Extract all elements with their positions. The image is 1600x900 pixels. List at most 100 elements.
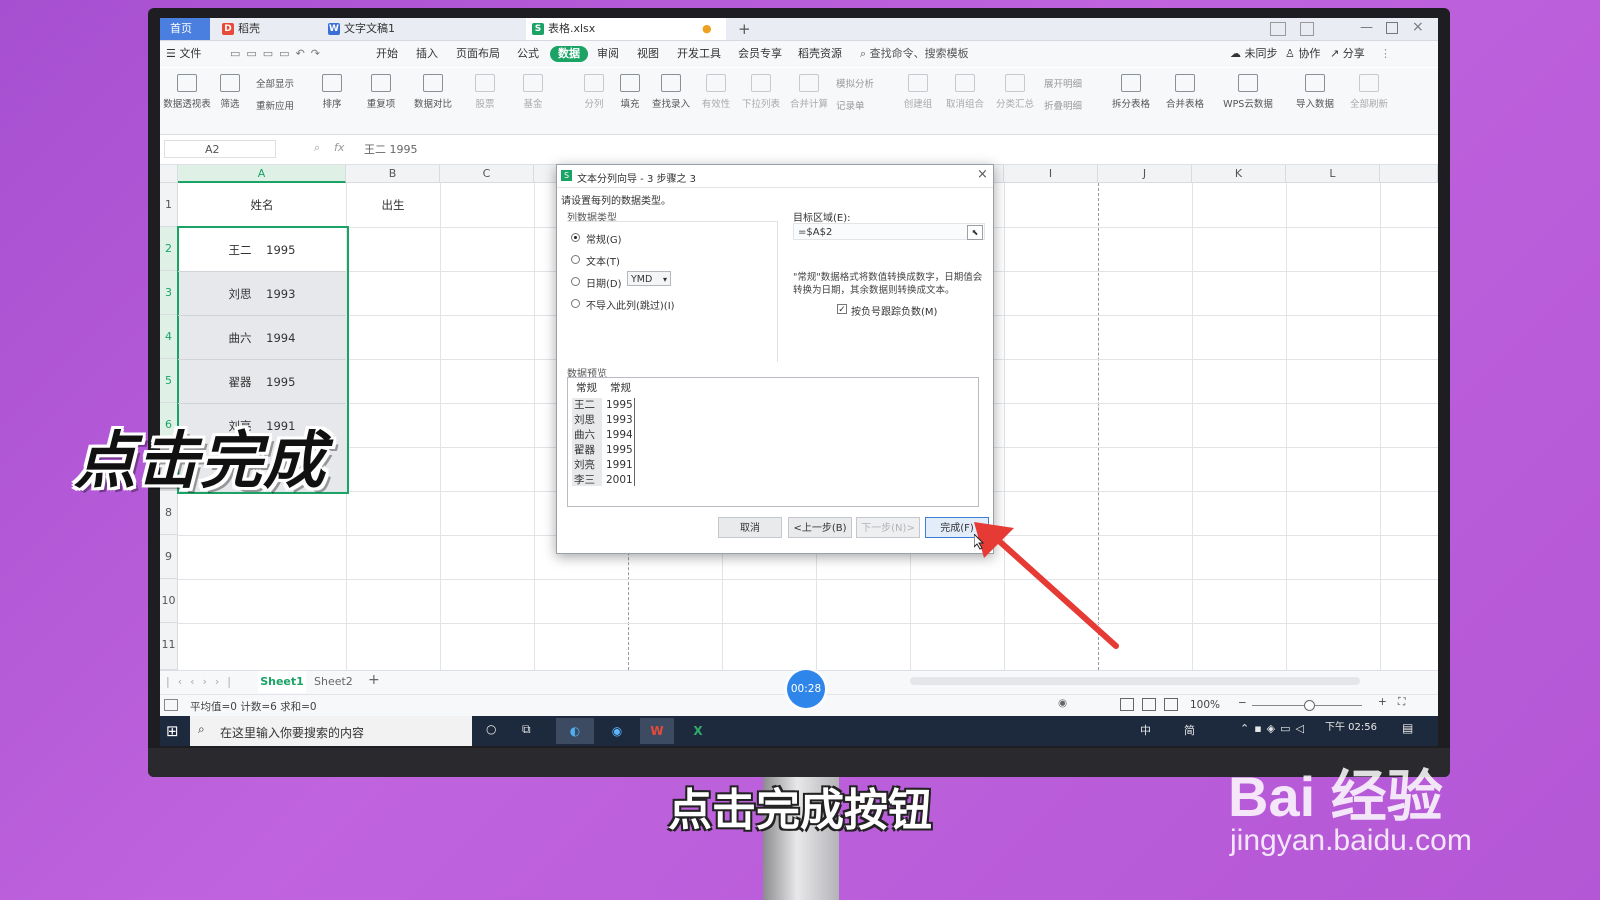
cell-a2[interactable]: 王二 1995 bbox=[178, 242, 346, 258]
horizontal-scrollbar[interactable] bbox=[910, 677, 1360, 685]
cell-a3[interactable]: 刘思 1993 bbox=[178, 286, 346, 302]
excel-app-icon[interactable]: X bbox=[682, 718, 714, 744]
menu-start[interactable]: 开始 bbox=[376, 46, 398, 62]
cell-b1[interactable]: 出生 bbox=[346, 197, 440, 213]
expand-detail-button[interactable]: 展开明细 bbox=[1044, 76, 1082, 90]
browser-app-icon[interactable]: ◐ bbox=[556, 718, 594, 744]
show-all-button[interactable]: 全部显示 bbox=[256, 76, 294, 90]
stock-button[interactable]: 股票 bbox=[462, 72, 508, 130]
menu-member[interactable]: 会员专享 bbox=[738, 46, 782, 62]
row-header-2[interactable]: 2 bbox=[160, 227, 178, 271]
ime-mode[interactable]: 简 bbox=[1184, 722, 1195, 738]
cell-a1[interactable]: 姓名 bbox=[178, 197, 346, 213]
page-layout-view-icon[interactable] bbox=[1142, 698, 1156, 711]
lookup-entry-button[interactable]: 查找录入 bbox=[648, 72, 694, 130]
quick-access-icons[interactable]: ▭▭▭▭↶↷ bbox=[230, 46, 326, 62]
zoom-in-icon[interactable]: + bbox=[1378, 696, 1387, 708]
split-column-button[interactable]: 分列 bbox=[574, 72, 614, 130]
maximize-icon[interactable] bbox=[1386, 22, 1398, 34]
what-if-button[interactable]: 模拟分析 bbox=[836, 76, 874, 90]
subtotal-button[interactable]: 分类汇总 bbox=[990, 72, 1040, 130]
refresh-all-button[interactable]: 全部刷新 bbox=[1342, 72, 1396, 130]
tab-sheet[interactable]: S 表格.xlsx ● bbox=[526, 18, 726, 40]
menu-page-layout[interactable]: 页面布局 bbox=[456, 46, 500, 62]
zoom-out-icon[interactable]: − bbox=[1238, 697, 1247, 709]
window-layout-icon[interactable] bbox=[1270, 22, 1286, 36]
sync-status[interactable]: ☁ 未同步 bbox=[1230, 46, 1278, 62]
fund-button[interactable]: 基金 bbox=[510, 72, 556, 130]
name-box[interactable]: A2 bbox=[164, 140, 276, 158]
split-table-button[interactable]: 拆分表格 bbox=[1104, 72, 1158, 130]
select-all-corner[interactable] bbox=[160, 165, 178, 183]
column-header-j[interactable]: J bbox=[1098, 165, 1192, 183]
menu-formula[interactable]: 公式 bbox=[517, 46, 539, 62]
row-header-9[interactable]: 9 bbox=[160, 535, 178, 579]
minimize-icon[interactable]: — bbox=[1360, 20, 1373, 35]
fx-icon[interactable]: fx bbox=[334, 141, 344, 154]
task-view-icon[interactable]: ⧉ bbox=[522, 722, 531, 737]
column-header-c[interactable]: C bbox=[440, 165, 534, 183]
menu-data[interactable]: 数据 bbox=[550, 46, 588, 62]
sheet-tab-1[interactable]: Sheet1 bbox=[258, 671, 306, 693]
notification-icon[interactable]: ▤ bbox=[1402, 721, 1413, 735]
new-tab-plus-icon[interactable]: + bbox=[738, 20, 751, 38]
back-button[interactable]: <上一步(B) bbox=[788, 517, 852, 538]
column-header-i[interactable]: I bbox=[1004, 165, 1098, 183]
zoom-level[interactable]: 100% bbox=[1190, 699, 1220, 711]
close-window-icon[interactable]: × bbox=[1412, 19, 1424, 35]
tray-icons[interactable]: ⌃▪◈▭◁ bbox=[1240, 722, 1309, 735]
ime-indicator[interactable]: 中 bbox=[1140, 722, 1151, 738]
apps-grid-icon[interactable] bbox=[1300, 22, 1314, 36]
column-header-b[interactable]: B bbox=[346, 165, 440, 183]
taskbar-search[interactable]: ⌕ 在这里输入你要搜索的内容 bbox=[190, 716, 472, 746]
cancel-button[interactable]: 取消 bbox=[718, 517, 782, 538]
sheet-nav-arrows-icon[interactable]: |‹‹››| bbox=[166, 675, 239, 688]
clock-time[interactable]: 下午 02:56 bbox=[1325, 718, 1377, 733]
column-header-l[interactable]: L bbox=[1286, 165, 1380, 183]
record-form-button[interactable]: 记录单 bbox=[836, 98, 865, 112]
row-header-11[interactable]: 11 bbox=[160, 623, 178, 670]
formula-input[interactable]: 王二 1995 bbox=[364, 141, 418, 157]
qq-browser-icon[interactable]: ◉ bbox=[602, 718, 632, 744]
cell-a4[interactable]: 曲六 1994 bbox=[178, 330, 346, 346]
file-menu[interactable]: ☰ 文件 bbox=[166, 46, 201, 62]
command-search[interactable]: ⌕ 查找命令、搜索模板 bbox=[860, 46, 969, 62]
column-header-a[interactable]: A bbox=[178, 165, 346, 183]
row-header-4[interactable]: 4 bbox=[160, 315, 178, 359]
menu-view[interactable]: 视图 bbox=[637, 46, 659, 62]
column-header-m[interactable] bbox=[1380, 165, 1438, 183]
tab-doc[interactable]: W 文字文稿1 bbox=[322, 18, 522, 40]
menu-review[interactable]: 审阅 bbox=[597, 46, 619, 62]
row-header-3[interactable]: 3 bbox=[160, 271, 178, 315]
row-header-5[interactable]: 5 bbox=[160, 359, 178, 403]
validation-button[interactable]: 有效性 bbox=[694, 72, 738, 130]
page-break-view-icon[interactable] bbox=[1164, 698, 1178, 711]
menu-insert[interactable]: 插入 bbox=[416, 46, 438, 62]
create-group-button[interactable]: 创建组 bbox=[896, 72, 940, 130]
data-preview-box[interactable]: 常规 常规 王二 1995 刘思 1993 曲六 1994 翟器 1995 刘亮… bbox=[567, 377, 979, 507]
cortana-icon[interactable]: ○ bbox=[486, 722, 496, 736]
reapply-button[interactable]: 重新应用 bbox=[256, 98, 294, 112]
sort-button[interactable]: 排序 bbox=[312, 72, 352, 130]
tab-home[interactable]: 首页 bbox=[160, 18, 210, 40]
wps-cloud-data-button[interactable]: WPS云数据 bbox=[1216, 72, 1280, 130]
add-sheet-plus-icon[interactable]: + bbox=[368, 672, 380, 688]
merge-table-button[interactable]: 合并表格 bbox=[1158, 72, 1212, 130]
fill-button[interactable]: 填充 bbox=[610, 72, 650, 130]
next-button[interactable]: 下一步(N)> bbox=[856, 517, 920, 538]
fullscreen-icon[interactable]: ⛶ bbox=[1398, 696, 1405, 709]
share-button[interactable]: ↗ 分享 bbox=[1330, 46, 1365, 62]
menu-developer[interactable]: 开发工具 bbox=[677, 46, 721, 62]
pivot-table-button[interactable]: 数据透视表 bbox=[160, 72, 214, 130]
zoom-slider-thumb[interactable] bbox=[1304, 700, 1315, 711]
range-select-icon[interactable]: ⬉ bbox=[967, 225, 983, 240]
collapse-detail-button[interactable]: 折叠明细 bbox=[1044, 98, 1082, 112]
menu-daoke-resources[interactable]: 稻壳资源 bbox=[798, 46, 842, 62]
column-header-k[interactable]: K bbox=[1192, 165, 1286, 183]
zoom-lens-icon[interactable]: ⌕ bbox=[314, 141, 320, 155]
sheet-tab-2[interactable]: Sheet2 bbox=[314, 675, 353, 688]
data-compare-button[interactable]: 数据对比 bbox=[408, 72, 458, 130]
dropdown-list-button[interactable]: 下拉列表 bbox=[738, 72, 784, 130]
tab-daoke[interactable]: D 稻壳 bbox=[216, 18, 316, 40]
target-area-input[interactable]: =$A$2 ⬉ bbox=[793, 223, 985, 240]
